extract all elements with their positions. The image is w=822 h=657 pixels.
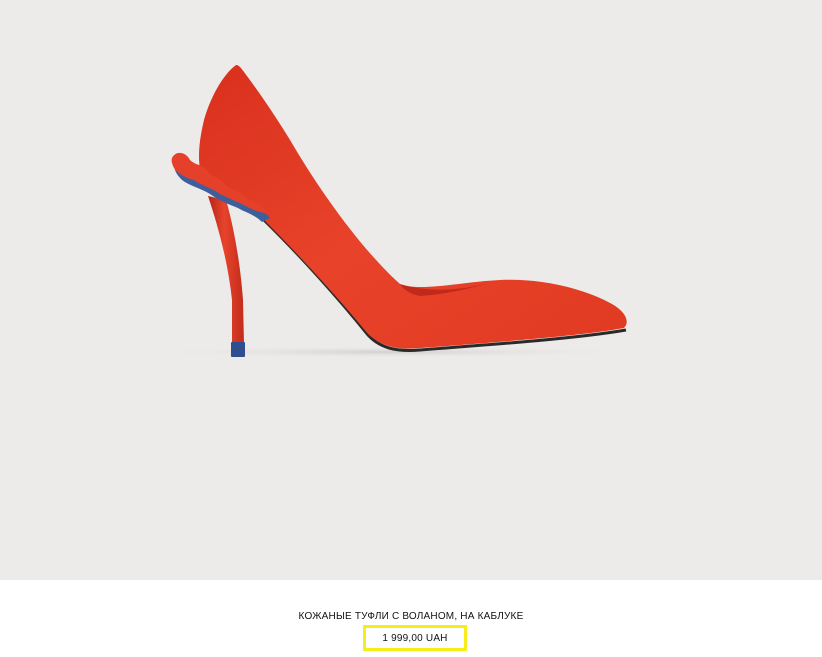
heel-tip bbox=[231, 342, 245, 357]
red-pump-shoe-illustration bbox=[140, 65, 640, 358]
price-highlight-box: 1 999,00 UAH bbox=[363, 625, 467, 651]
product-info: КОЖАНЫЕ ТУФЛИ С ВОЛАНОМ, НА КАБЛУКЕ 1 99… bbox=[0, 580, 822, 657]
product-card[interactable]: КОЖАНЫЕ ТУФЛИ С ВОЛАНОМ, НА КАБЛУКЕ 1 99… bbox=[0, 0, 822, 657]
shoe-heel bbox=[208, 196, 244, 345]
product-price: 1 999,00 UAH bbox=[382, 632, 448, 644]
product-name[interactable]: КОЖАНЫЕ ТУФЛИ С ВОЛАНОМ, НА КАБЛУКЕ bbox=[0, 611, 822, 623]
shoe-upper bbox=[199, 65, 627, 349]
product-image[interactable] bbox=[0, 0, 822, 580]
